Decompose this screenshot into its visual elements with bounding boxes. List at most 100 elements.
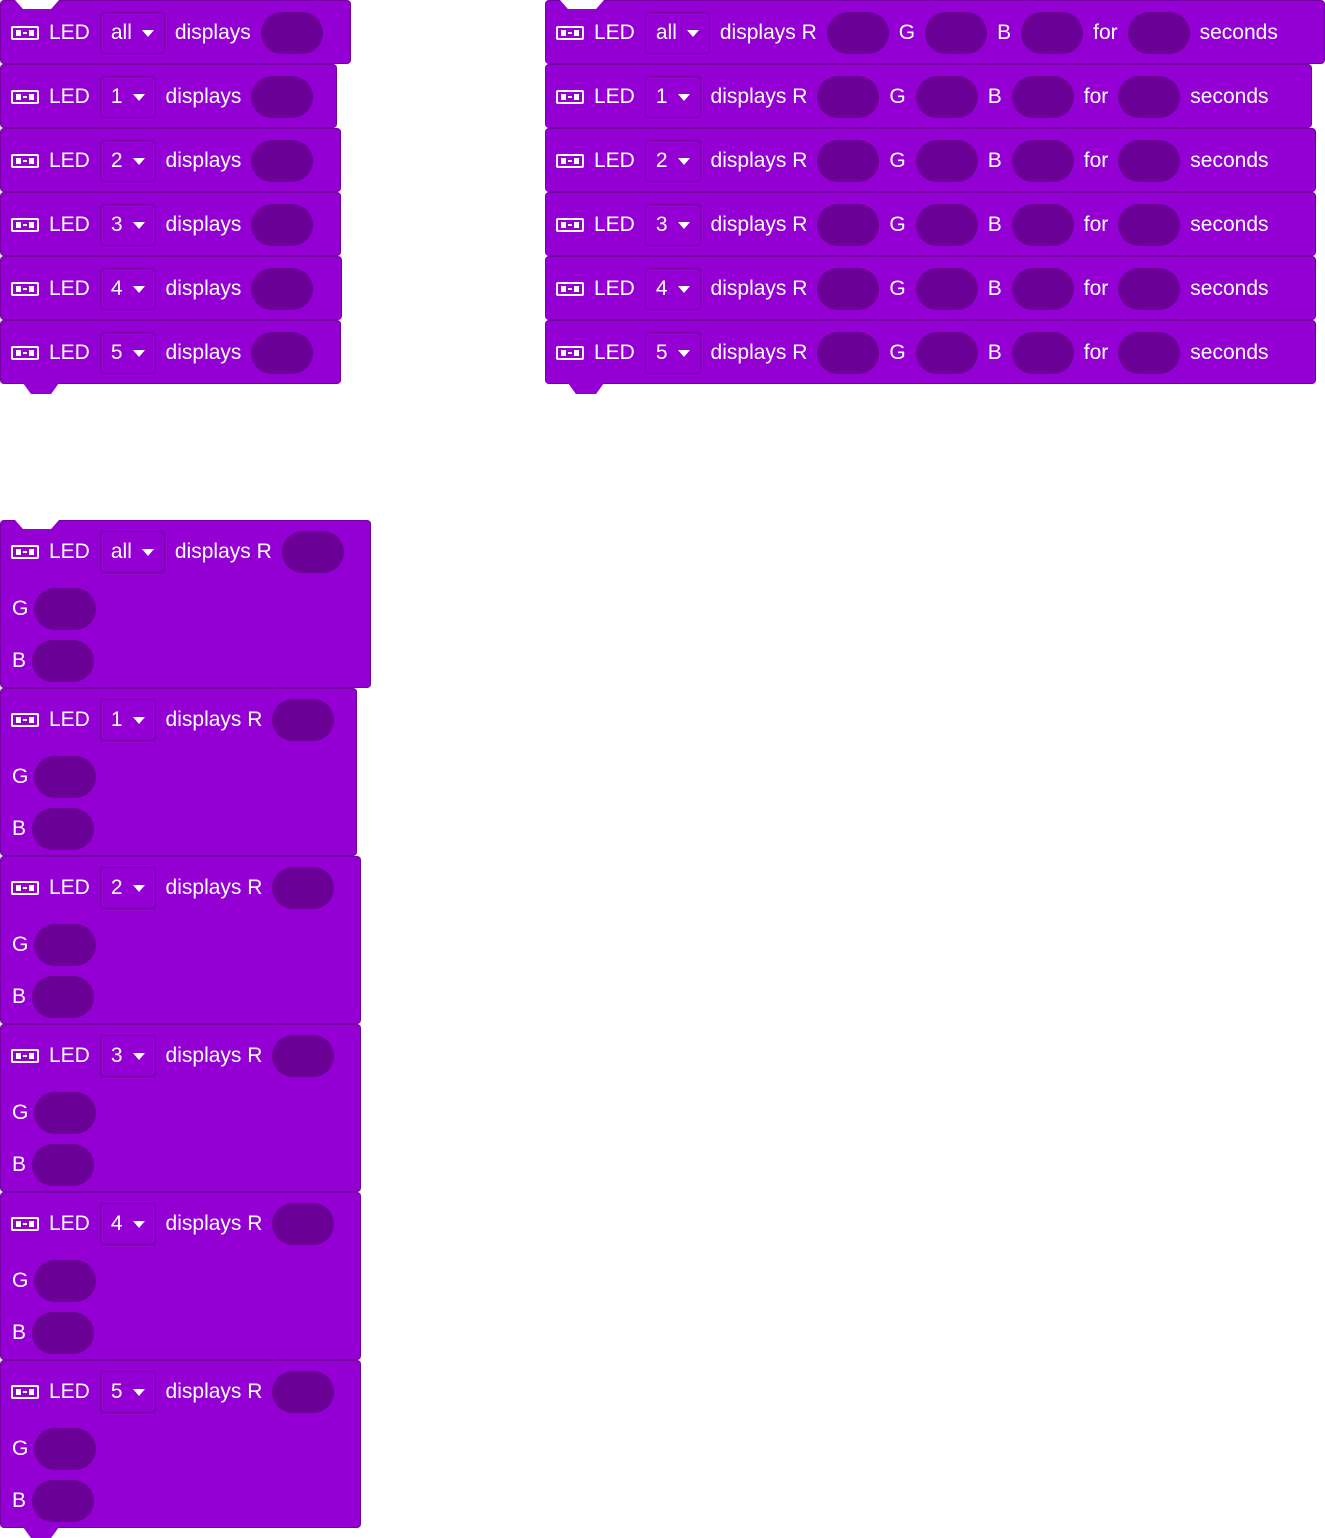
led-label: LED [49, 708, 90, 731]
red-input-slot[interactable] [281, 531, 344, 573]
led-select-dropdown[interactable]: 1 [99, 699, 156, 741]
blue-input-slot[interactable] [32, 1144, 95, 1186]
duration-input-slot[interactable] [1118, 140, 1181, 182]
blue-input-slot[interactable] [1011, 268, 1074, 310]
duration-input-slot[interactable] [1127, 12, 1190, 54]
red-input-slot[interactable] [272, 699, 335, 741]
red-input-slot[interactable] [817, 268, 880, 310]
green-input-slot[interactable] [925, 12, 988, 54]
led-rgb-multiline-block[interactable]: LED 1 displays R G B [0, 688, 357, 856]
b-label: B [997, 21, 1012, 44]
led-select-value: 5 [110, 341, 123, 364]
led-select-dropdown[interactable]: all [99, 12, 165, 54]
blue-input-slot[interactable] [1011, 204, 1074, 246]
led-select-dropdown[interactable]: 5 [99, 332, 156, 374]
g-label: G [12, 1437, 29, 1460]
green-input-slot[interactable] [915, 76, 978, 118]
led-displays-block[interactable]: LED 3 displays [0, 192, 341, 256]
color-input-slot[interactable] [260, 12, 323, 54]
duration-input-slot[interactable] [1118, 332, 1181, 374]
led-select-dropdown[interactable]: 3 [99, 204, 156, 246]
blue-input-slot[interactable] [1011, 76, 1074, 118]
green-input-slot[interactable] [34, 1092, 97, 1134]
led-select-value: 5 [110, 1380, 123, 1403]
blue-input-slot[interactable] [1011, 140, 1074, 182]
g-label: G [12, 1269, 29, 1292]
green-input-slot[interactable] [34, 756, 97, 798]
g-label: G [889, 213, 906, 236]
blue-input-slot[interactable] [32, 808, 95, 850]
led-select-dropdown[interactable]: 5 [99, 1371, 156, 1413]
green-input-slot[interactable] [34, 1260, 97, 1302]
green-input-slot[interactable] [915, 140, 978, 182]
led-displays-block[interactable]: LED 5 displays [0, 320, 341, 394]
blue-input-slot[interactable] [32, 976, 95, 1018]
color-input-slot[interactable] [251, 268, 314, 310]
duration-input-slot[interactable] [1118, 76, 1181, 118]
green-input-slot[interactable] [915, 332, 978, 374]
green-input-slot[interactable] [34, 1428, 97, 1470]
led-select-dropdown[interactable]: 1 [99, 76, 156, 118]
green-input-slot[interactable] [915, 268, 978, 310]
led-select-dropdown[interactable]: all [644, 12, 710, 54]
led-rgb-timed-block[interactable]: LED 3 displays R G Bfor seconds [545, 192, 1316, 256]
red-input-slot[interactable] [826, 12, 889, 54]
led-select-dropdown[interactable]: 4 [99, 268, 156, 310]
led-displays-block[interactable]: LED 4 displays [0, 256, 342, 320]
led-rgb-multiline-block[interactable]: LED 2 displays R G B [0, 856, 361, 1024]
duration-input-slot[interactable] [1118, 204, 1181, 246]
red-input-slot[interactable] [817, 204, 880, 246]
led-label: LED [49, 213, 90, 236]
caret-down-icon [141, 29, 154, 37]
led-rgb-multiline-block[interactable]: LED 4 displays R G B [0, 1192, 361, 1360]
red-input-slot[interactable] [817, 140, 880, 182]
led-displays-block[interactable]: LED all displays [0, 0, 351, 64]
red-input-slot[interactable] [817, 76, 880, 118]
led-select-dropdown[interactable]: 3 [644, 204, 701, 246]
led-rgb-timed-block[interactable]: LED 5 displays R G Bfor seconds [545, 320, 1316, 394]
led-rgb-timed-block[interactable]: LED all displays R G Bfor seconds [545, 0, 1325, 64]
led-rgb-multiline-block[interactable]: LED all displays R G B [0, 520, 371, 688]
caret-down-icon [132, 1388, 145, 1396]
red-input-slot[interactable] [272, 1035, 335, 1077]
green-input-slot[interactable] [34, 588, 97, 630]
led-rgb-timed-block[interactable]: LED 2 displays R G Bfor seconds [545, 128, 1316, 192]
led-select-dropdown[interactable]: 4 [99, 1203, 156, 1245]
red-input-slot[interactable] [817, 332, 880, 374]
blue-input-slot[interactable] [32, 640, 95, 682]
caret-down-icon [677, 157, 690, 165]
color-input-slot[interactable] [251, 332, 314, 374]
red-input-slot[interactable] [272, 1203, 335, 1245]
led-select-dropdown[interactable]: 2 [644, 140, 701, 182]
blue-input-slot[interactable] [1011, 332, 1074, 374]
color-input-slot[interactable] [251, 140, 314, 182]
led-rgb-multiline-block[interactable]: LED 3 displays R G B [0, 1024, 361, 1192]
red-input-slot[interactable] [272, 1371, 335, 1413]
blue-input-slot[interactable] [32, 1480, 95, 1522]
led-displays-block[interactable]: LED 1 displays [0, 64, 337, 128]
displays-label: displays R [165, 1212, 263, 1235]
green-input-slot[interactable] [915, 204, 978, 246]
led-label: LED [49, 149, 90, 172]
led-select-dropdown[interactable]: 2 [99, 140, 156, 182]
led-rgb-multiline-block[interactable]: LED 5 displays R G B [0, 1360, 361, 1538]
led-select-dropdown[interactable]: 1 [644, 76, 701, 118]
g-label: G [889, 341, 906, 364]
led-strip-icon [11, 1384, 39, 1400]
color-input-slot[interactable] [251, 76, 314, 118]
led-select-dropdown[interactable]: 4 [644, 268, 701, 310]
led-select-dropdown[interactable]: 3 [99, 1035, 156, 1077]
led-select-dropdown[interactable]: all [99, 531, 165, 573]
led-label: LED [49, 21, 90, 44]
led-select-dropdown[interactable]: 5 [644, 332, 701, 374]
duration-input-slot[interactable] [1118, 268, 1181, 310]
led-displays-block[interactable]: LED 2 displays [0, 128, 341, 192]
blue-input-slot[interactable] [1021, 12, 1084, 54]
green-input-slot[interactable] [34, 924, 97, 966]
red-input-slot[interactable] [272, 867, 335, 909]
color-input-slot[interactable] [251, 204, 314, 246]
led-rgb-timed-block[interactable]: LED 1 displays R G Bfor seconds [545, 64, 1312, 128]
led-rgb-timed-block[interactable]: LED 4 displays R G Bfor seconds [545, 256, 1316, 320]
led-select-dropdown[interactable]: 2 [99, 867, 156, 909]
blue-input-slot[interactable] [32, 1312, 95, 1354]
